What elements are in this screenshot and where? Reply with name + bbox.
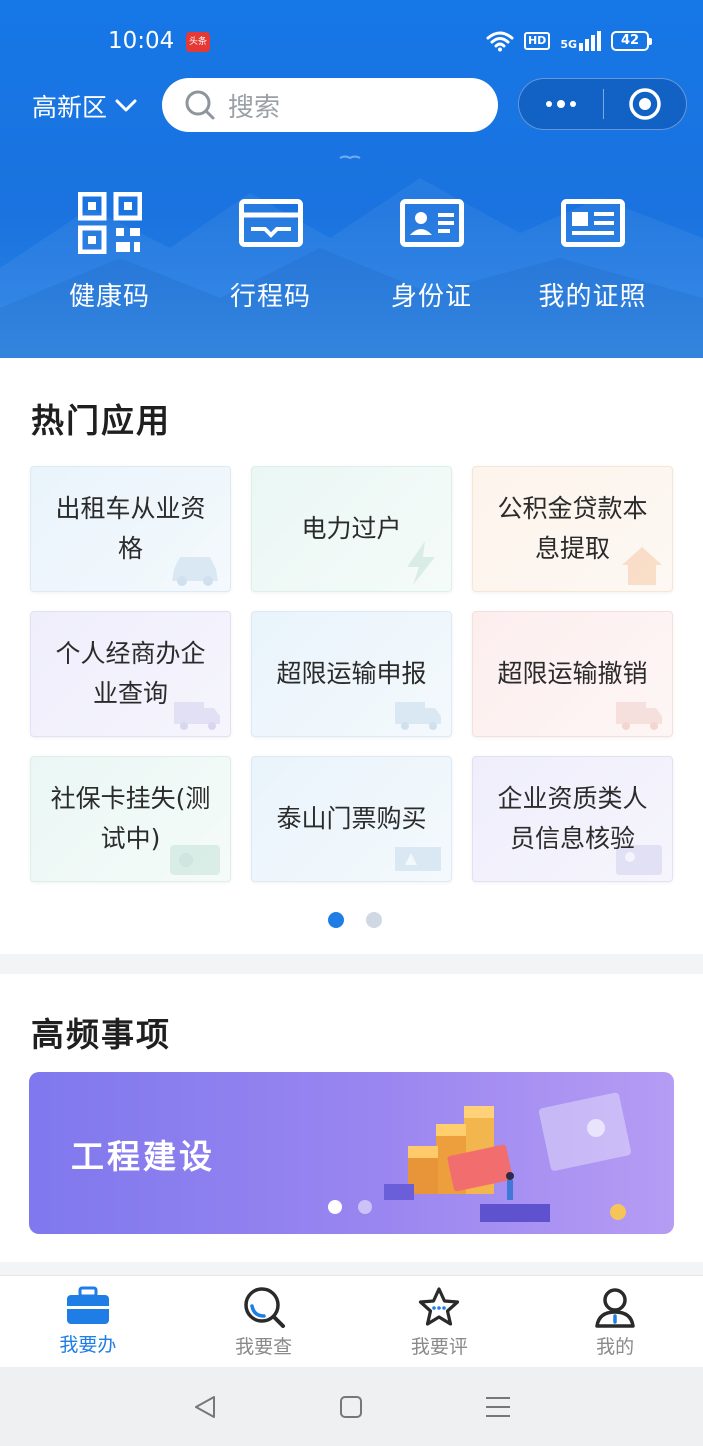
target-icon (629, 88, 661, 120)
app-card[interactable]: 超限运输申报 (251, 611, 452, 737)
search-icon (185, 90, 215, 120)
quick-health-code[interactable]: 健康码 (29, 190, 190, 313)
chevron-down-icon (115, 99, 137, 112)
search-input[interactable]: 搜索 (162, 78, 498, 132)
bottom-tab-bar: 我要办 我要查 我要评 我的 (0, 1275, 703, 1367)
search-icon (243, 1287, 285, 1328)
status-bar: 10:04 头条 HD 5G 42 (0, 26, 703, 62)
signal-icon (579, 31, 601, 51)
search-placeholder: 搜索 (228, 92, 281, 123)
quick-label: 身份证 (390, 282, 472, 312)
tab-mine[interactable]: 我的 (527, 1276, 703, 1367)
tab-label: 我要评 (410, 1336, 468, 1358)
page-dot-active[interactable] (328, 912, 344, 928)
app-label: 个人经商办企业查询 (55, 639, 206, 708)
header: 10:04 头条 HD 5G 42 高新区 搜索 健康码 行程码 身份证 我的证… (0, 0, 703, 358)
app-label: 公积金贷款本息提取 (497, 494, 648, 563)
back-icon[interactable] (192, 1394, 218, 1420)
qr-code-icon (77, 192, 142, 254)
tab-label: 我的 (596, 1336, 635, 1358)
app-card[interactable]: 企业资质类人员信息核验 (472, 756, 673, 882)
user-icon (595, 1288, 635, 1328)
status-time: 10:04 (108, 28, 175, 54)
hot-apps-section: 热门应用 出租车从业资格 电力过户 公积金贷款本息提取 个人经商办企业查询 超限… (0, 358, 703, 954)
app-card[interactable]: 个人经商办企业查询 (30, 611, 231, 737)
app-label: 超限运输撤销 (497, 659, 648, 688)
app-card[interactable]: 电力过户 (251, 466, 452, 592)
miniprogram-capsule (518, 78, 687, 130)
app-label: 社保卡挂失(测试中) (50, 784, 211, 853)
app-label: 泰山门票购买 (276, 804, 427, 833)
app-card[interactable]: 出租车从业资格 (30, 466, 231, 592)
page-dot-active[interactable] (328, 1200, 342, 1214)
tab-query[interactable]: 我要查 (176, 1276, 352, 1367)
itinerary-card-icon (238, 199, 303, 247)
truck-icon (616, 702, 662, 730)
app-label: 出租车从业资格 (55, 494, 206, 563)
hd-icon: HD (523, 32, 551, 50)
menu-icon[interactable] (484, 1394, 512, 1420)
section-title: 高频事项 (31, 1015, 171, 1054)
tab-handle[interactable]: 我要办 (0, 1276, 176, 1367)
more-button[interactable] (519, 99, 603, 108)
quick-label: 我的证照 (538, 282, 647, 312)
wifi-icon (486, 31, 514, 52)
region-selector[interactable]: 高新区 (32, 88, 137, 124)
license-icon (560, 199, 625, 247)
buildings-illustration (384, 1092, 631, 1222)
high-frequency-section: 高频事项 工程建设 (0, 974, 703, 1262)
close-miniprogram-button[interactable] (604, 87, 686, 121)
tab-label: 我要办 (59, 1334, 117, 1356)
hot-pagination (328, 912, 382, 928)
quick-itinerary-code[interactable]: 行程码 (190, 190, 351, 313)
briefcase-icon (66, 1286, 109, 1324)
app-card[interactable]: 社保卡挂失(测试中) (30, 756, 231, 882)
battery-icon: 42 (611, 31, 652, 51)
quick-access-row: 健康码 行程码 身份证 我的证照 (0, 190, 703, 313)
page-dot[interactable] (366, 912, 382, 928)
app-label: 企业资质类人员信息核验 (497, 784, 648, 853)
toutiao-notification-icon: 头条 (186, 32, 210, 52)
quick-id-card[interactable]: 身份证 (351, 190, 512, 313)
system-nav-bar (0, 1367, 703, 1446)
ticket-icon (395, 847, 441, 871)
banner-pagination (328, 1200, 372, 1214)
home-icon[interactable] (338, 1394, 364, 1420)
region-label: 高新区 (32, 93, 108, 122)
app-card[interactable]: 公积金贷款本息提取 (472, 466, 673, 592)
tab-rate[interactable]: 我要评 (352, 1276, 528, 1367)
app-card[interactable]: 超限运输撤销 (472, 611, 673, 737)
network-label: 5G (560, 38, 577, 51)
banner-title: 工程建设 (71, 1137, 215, 1176)
app-card[interactable]: 泰山门票购买 (251, 756, 452, 882)
id-card-icon (399, 199, 464, 247)
star-icon (419, 1287, 460, 1326)
section-title: 热门应用 (31, 401, 171, 440)
tab-label: 我要查 (235, 1336, 293, 1358)
engineering-banner[interactable]: 工程建设 (29, 1072, 674, 1234)
app-label: 电力过户 (301, 514, 402, 543)
app-label: 超限运输申报 (276, 659, 427, 688)
page-dot[interactable] (358, 1200, 372, 1214)
truck-icon (395, 702, 441, 730)
quick-label: 健康码 (68, 282, 150, 312)
quick-label: 行程码 (229, 282, 311, 312)
quick-my-license[interactable]: 我的证照 (512, 190, 673, 313)
